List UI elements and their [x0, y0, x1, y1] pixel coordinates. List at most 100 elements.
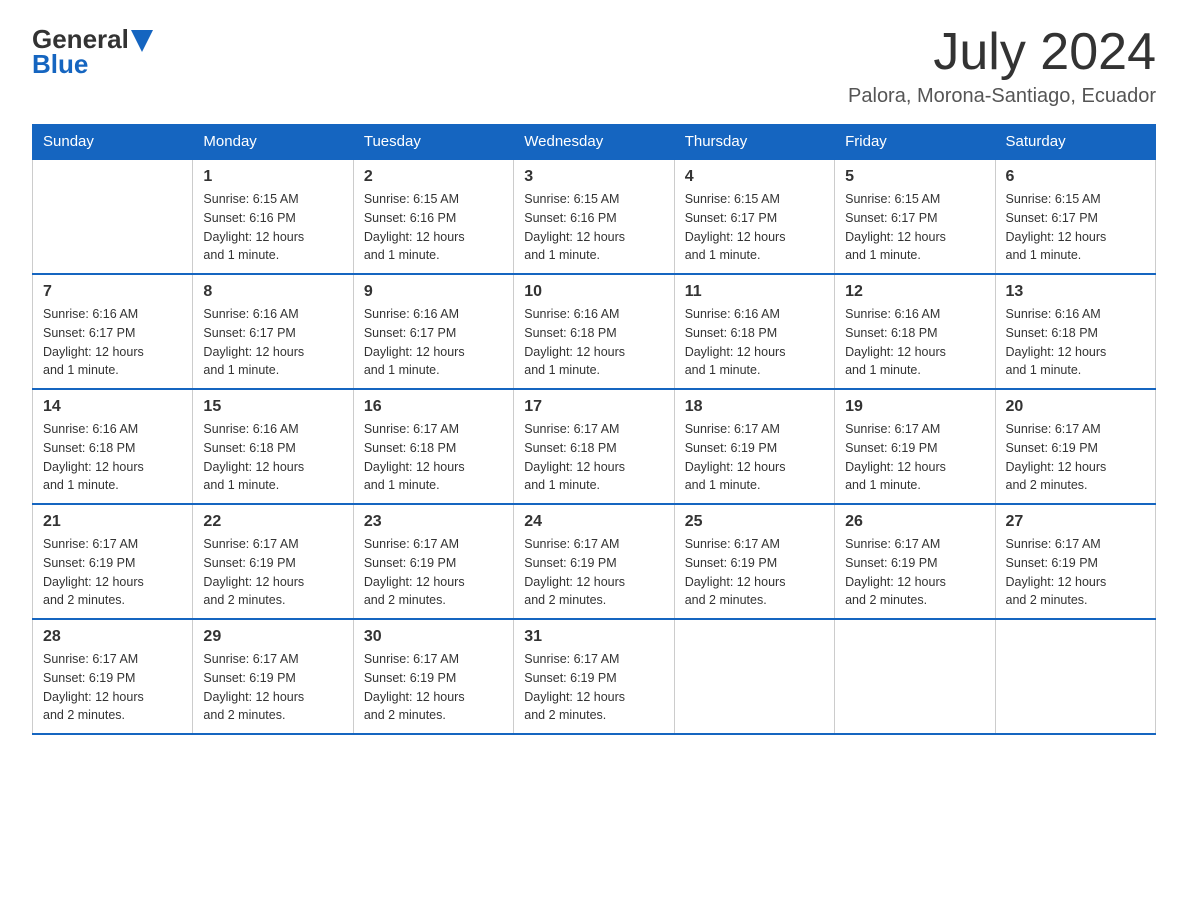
weekday-header-saturday: Saturday — [995, 125, 1155, 160]
weekday-header-tuesday: Tuesday — [353, 125, 513, 160]
day-info: Sunrise: 6:17 AMSunset: 6:19 PMDaylight:… — [43, 535, 182, 610]
day-info: Sunrise: 6:17 AMSunset: 6:19 PMDaylight:… — [1006, 535, 1145, 610]
day-number: 13 — [1006, 283, 1145, 301]
day-number: 22 — [203, 513, 342, 531]
day-info: Sunrise: 6:16 AMSunset: 6:17 PMDaylight:… — [203, 305, 342, 380]
day-number: 19 — [845, 398, 984, 416]
calendar-cell: 9 Sunrise: 6:16 AMSunset: 6:17 PMDaylight… — [353, 274, 513, 389]
calendar-cell: 22 Sunrise: 6:17 AMSunset: 6:19 PMDayligh… — [193, 504, 353, 619]
calendar-cell — [995, 619, 1155, 734]
calendar-cell: 2 Sunrise: 6:15 AMSunset: 6:16 PMDaylight… — [353, 159, 513, 274]
day-number: 31 — [524, 628, 663, 646]
day-info: Sunrise: 6:16 AMSunset: 6:18 PMDaylight:… — [845, 305, 984, 380]
weekday-header-friday: Friday — [835, 125, 995, 160]
calendar-cell: 18 Sunrise: 6:17 AMSunset: 6:19 PMDayligh… — [674, 389, 834, 504]
day-info: Sunrise: 6:15 AMSunset: 6:17 PMDaylight:… — [1006, 190, 1145, 265]
weekday-header-monday: Monday — [193, 125, 353, 160]
day-info: Sunrise: 6:16 AMSunset: 6:17 PMDaylight:… — [43, 305, 182, 380]
weekday-header-row: SundayMondayTuesdayWednesdayThursdayFrid… — [33, 125, 1156, 160]
day-number: 18 — [685, 398, 824, 416]
week-row-4: 21 Sunrise: 6:17 AMSunset: 6:19 PMDayligh… — [33, 504, 1156, 619]
day-number: 8 — [203, 283, 342, 301]
day-info: Sunrise: 6:17 AMSunset: 6:19 PMDaylight:… — [845, 420, 984, 495]
day-info: Sunrise: 6:17 AMSunset: 6:19 PMDaylight:… — [524, 650, 663, 725]
day-number: 26 — [845, 513, 984, 531]
calendar-cell: 29 Sunrise: 6:17 AMSunset: 6:19 PMDayligh… — [193, 619, 353, 734]
day-number: 4 — [685, 168, 824, 186]
day-info: Sunrise: 6:16 AMSunset: 6:18 PMDaylight:… — [1006, 305, 1145, 380]
day-number: 2 — [364, 168, 503, 186]
day-number: 23 — [364, 513, 503, 531]
day-number: 17 — [524, 398, 663, 416]
calendar-cell: 28 Sunrise: 6:17 AMSunset: 6:19 PMDayligh… — [33, 619, 193, 734]
calendar-cell: 21 Sunrise: 6:17 AMSunset: 6:19 PMDayligh… — [33, 504, 193, 619]
day-info: Sunrise: 6:17 AMSunset: 6:19 PMDaylight:… — [43, 650, 182, 725]
day-info: Sunrise: 6:15 AMSunset: 6:16 PMDaylight:… — [203, 190, 342, 265]
day-info: Sunrise: 6:17 AMSunset: 6:19 PMDaylight:… — [1006, 420, 1145, 495]
calendar-table: SundayMondayTuesdayWednesdayThursdayFrid… — [32, 124, 1156, 735]
logo-text-blue: Blue — [32, 49, 88, 80]
header-right: July 2024 Palora, Morona-Santiago, Ecuad… — [848, 24, 1156, 108]
week-row-1: 1 Sunrise: 6:15 AMSunset: 6:16 PMDaylight… — [33, 159, 1156, 274]
calendar-cell: 30 Sunrise: 6:17 AMSunset: 6:19 PMDayligh… — [353, 619, 513, 734]
calendar-cell: 14 Sunrise: 6:16 AMSunset: 6:18 PMDayligh… — [33, 389, 193, 504]
weekday-header-sunday: Sunday — [33, 125, 193, 160]
week-row-3: 14 Sunrise: 6:16 AMSunset: 6:18 PMDayligh… — [33, 389, 1156, 504]
day-info: Sunrise: 6:17 AMSunset: 6:19 PMDaylight:… — [203, 535, 342, 610]
day-info: Sunrise: 6:16 AMSunset: 6:17 PMDaylight:… — [364, 305, 503, 380]
week-row-2: 7 Sunrise: 6:16 AMSunset: 6:17 PMDaylight… — [33, 274, 1156, 389]
day-info: Sunrise: 6:15 AMSunset: 6:16 PMDaylight:… — [524, 190, 663, 265]
day-info: Sunrise: 6:15 AMSunset: 6:16 PMDaylight:… — [364, 190, 503, 265]
day-number: 9 — [364, 283, 503, 301]
calendar-cell: 3 Sunrise: 6:15 AMSunset: 6:16 PMDaylight… — [514, 159, 674, 274]
day-number: 21 — [43, 513, 182, 531]
location-title: Palora, Morona-Santiago, Ecuador — [848, 85, 1156, 108]
logo: General Blue — [32, 24, 153, 80]
month-title: July 2024 — [848, 24, 1156, 81]
calendar-cell: 13 Sunrise: 6:16 AMSunset: 6:18 PMDayligh… — [995, 274, 1155, 389]
day-number: 20 — [1006, 398, 1145, 416]
calendar-cell: 10 Sunrise: 6:16 AMSunset: 6:18 PMDayligh… — [514, 274, 674, 389]
calendar-cell: 11Sunrise: 6:16 AMSunset: 6:18 PMDayligh… — [674, 274, 834, 389]
calendar-cell: 23 Sunrise: 6:17 AMSunset: 6:19 PMDayligh… — [353, 504, 513, 619]
day-number: 28 — [43, 628, 182, 646]
day-number: 3 — [524, 168, 663, 186]
weekday-header-wednesday: Wednesday — [514, 125, 674, 160]
day-info: Sunrise: 6:16 AMSunset: 6:18 PMDaylight:… — [43, 420, 182, 495]
day-info: Sunrise: 6:17 AMSunset: 6:19 PMDaylight:… — [524, 535, 663, 610]
day-info: Sunrise: 6:16 AMSunset: 6:18 PMDaylight:… — [685, 305, 824, 380]
calendar-cell: 8 Sunrise: 6:16 AMSunset: 6:17 PMDaylight… — [193, 274, 353, 389]
day-info: Sunrise: 6:17 AMSunset: 6:19 PMDaylight:… — [364, 650, 503, 725]
day-number: 7 — [43, 283, 182, 301]
day-number: 16 — [364, 398, 503, 416]
day-number: 5 — [845, 168, 984, 186]
calendar-cell — [674, 619, 834, 734]
day-info: Sunrise: 6:17 AMSunset: 6:19 PMDaylight:… — [685, 420, 824, 495]
calendar-cell: 5 Sunrise: 6:15 AMSunset: 6:17 PMDaylight… — [835, 159, 995, 274]
day-number: 27 — [1006, 513, 1145, 531]
day-info: Sunrise: 6:16 AMSunset: 6:18 PMDaylight:… — [524, 305, 663, 380]
day-number: 12 — [845, 283, 984, 301]
day-number: 29 — [203, 628, 342, 646]
day-number: 30 — [364, 628, 503, 646]
calendar-cell: 20 Sunrise: 6:17 AMSunset: 6:19 PMDayligh… — [995, 389, 1155, 504]
day-info: Sunrise: 6:17 AMSunset: 6:19 PMDaylight:… — [364, 535, 503, 610]
day-info: Sunrise: 6:17 AMSunset: 6:18 PMDaylight:… — [524, 420, 663, 495]
page-header: General Blue July 2024 Palora, Morona-Sa… — [32, 24, 1156, 108]
calendar-cell: 27 Sunrise: 6:17 AMSunset: 6:19 PMDayligh… — [995, 504, 1155, 619]
day-info: Sunrise: 6:16 AMSunset: 6:18 PMDaylight:… — [203, 420, 342, 495]
calendar-cell: 31 Sunrise: 6:17 AMSunset: 6:19 PMDayligh… — [514, 619, 674, 734]
day-number: 14 — [43, 398, 182, 416]
calendar-cell: 24Sunrise: 6:17 AMSunset: 6:19 PMDayligh… — [514, 504, 674, 619]
day-number: 1 — [203, 168, 342, 186]
day-number: 10 — [524, 283, 663, 301]
calendar-cell: 16Sunrise: 6:17 AMSunset: 6:18 PMDayligh… — [353, 389, 513, 504]
day-info: Sunrise: 6:15 AMSunset: 6:17 PMDaylight:… — [845, 190, 984, 265]
calendar-cell: 26 Sunrise: 6:17 AMSunset: 6:19 PMDayligh… — [835, 504, 995, 619]
calendar-cell: 4Sunrise: 6:15 AMSunset: 6:17 PMDaylight… — [674, 159, 834, 274]
calendar-cell: 12 Sunrise: 6:16 AMSunset: 6:18 PMDayligh… — [835, 274, 995, 389]
day-number: 15 — [203, 398, 342, 416]
day-info: Sunrise: 6:17 AMSunset: 6:19 PMDaylight:… — [203, 650, 342, 725]
day-info: Sunrise: 6:17 AMSunset: 6:19 PMDaylight:… — [845, 535, 984, 610]
calendar-cell: 17 Sunrise: 6:17 AMSunset: 6:18 PMDayligh… — [514, 389, 674, 504]
